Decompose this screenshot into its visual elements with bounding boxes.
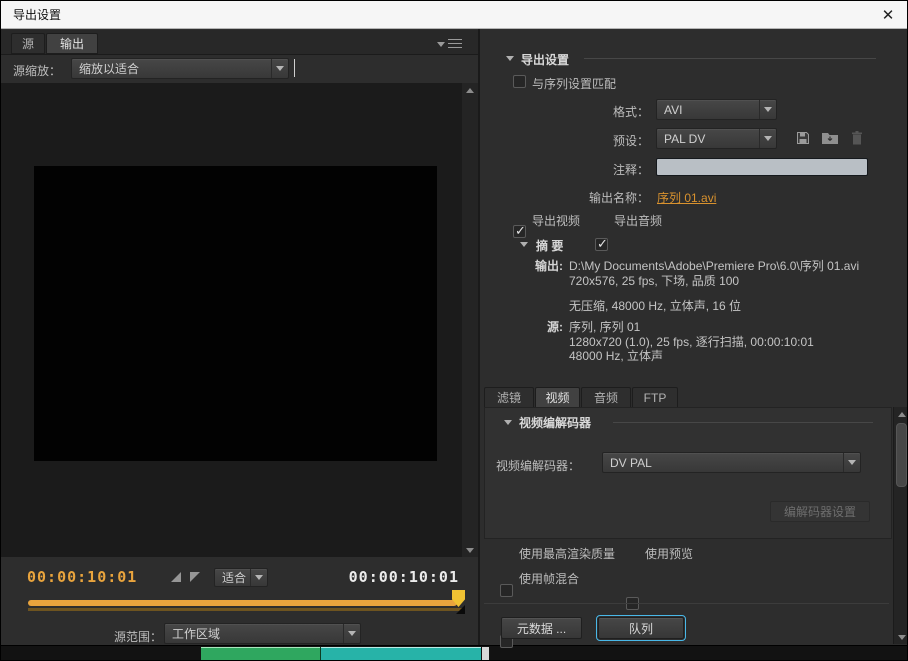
source-range-value: 工作区域: [165, 625, 343, 642]
tab-output[interactable]: 输出: [46, 33, 98, 54]
export-audio-checkbox[interactable]: [595, 238, 608, 251]
preview-scrollbar[interactable]: [461, 83, 478, 557]
source-scaling-dropdown[interactable]: 缩放以适合: [71, 58, 289, 79]
zoom-level-value: 适合: [215, 569, 250, 586]
video-preview: [34, 166, 437, 461]
delete-preset-icon[interactable]: [850, 130, 864, 146]
source-range-dropdown[interactable]: 工作区域: [164, 623, 361, 644]
tab-video-label: 视频: [545, 389, 569, 406]
panel-menu-icon[interactable]: [437, 38, 462, 50]
tab-source-label: 源: [22, 35, 34, 52]
source-scaling-value: 缩放以适合: [72, 60, 271, 77]
scroll-down-icon[interactable]: [894, 631, 908, 643]
summary-output-label: 输出:: [501, 257, 563, 274]
format-dropdown[interactable]: AVI: [656, 99, 777, 120]
set-in-point-icon[interactable]: [171, 572, 181, 582]
timeline-clip-teal: [321, 647, 481, 661]
tab-output-label: 输出: [60, 35, 84, 52]
close-icon[interactable]: ✕: [877, 4, 899, 26]
tab-audio[interactable]: 音频: [581, 387, 631, 408]
current-timecode[interactable]: 00:00:10:01: [27, 568, 137, 586]
menu-lines: [448, 39, 462, 50]
summary-header: 摘 要: [536, 237, 563, 254]
match-sequence-label: 与序列设置匹配: [532, 75, 616, 92]
export-settings-dialog: 导出设置 ✕ 源 输出 源缩放： 缩放以适合 00:00:10:01 适合 00…: [0, 0, 908, 661]
summary-source-label: 源:: [501, 318, 563, 335]
summary-output-video: 720x576, 25 fps, 下场, 品质 100: [569, 272, 739, 289]
panel-divider[interactable]: [478, 29, 480, 645]
comment-input[interactable]: [656, 158, 868, 176]
scroll-down-icon[interactable]: [462, 544, 478, 556]
export-video-label: 导出视频: [532, 212, 580, 229]
chevron-down-icon: [437, 42, 445, 47]
scroll-up-icon[interactable]: [462, 84, 478, 96]
video-codec-label: 视频编解码器：: [496, 457, 580, 474]
scroll-up-icon[interactable]: [894, 408, 908, 420]
tab-ftp[interactable]: FTP: [632, 387, 678, 408]
set-out-point-icon[interactable]: [190, 572, 200, 582]
export-audio-label: 导出音频: [614, 212, 662, 229]
match-sequence-checkbox[interactable]: [513, 75, 526, 88]
chevron-down-icon: [759, 100, 776, 119]
preset-label: 预设：: [561, 132, 649, 149]
video-codec-value: DV PAL: [603, 456, 843, 470]
chevron-down-icon: [250, 569, 267, 586]
dialog-titlebar: 导出设置 ✕: [1, 1, 907, 29]
summary-source-audio: 48000 Hz, 立体声: [569, 347, 663, 364]
tab-filters[interactable]: 滤镜: [484, 387, 534, 408]
work-area-bar[interactable]: [28, 600, 457, 606]
use-previews-label: 使用预览: [645, 545, 693, 562]
source-scaling-label: 源缩放：: [13, 62, 61, 79]
tab-source[interactable]: 源: [11, 33, 45, 54]
tab-filters-label: 滤镜: [497, 389, 521, 406]
save-preset-icon[interactable]: [795, 130, 811, 146]
timeline-end-cap: [456, 605, 465, 614]
codec-settings-button[interactable]: 编解码器设置: [770, 501, 870, 522]
export-disclosure-icon[interactable]: [506, 56, 514, 61]
queue-button[interactable]: 队列: [598, 617, 684, 639]
section-rule: [584, 58, 876, 59]
export-settings-header: 导出设置: [521, 51, 569, 68]
right-panel-scrollbar[interactable]: [893, 407, 908, 644]
timeline-clip-light: [482, 647, 489, 661]
chevron-down-icon: [759, 129, 776, 148]
tab-video[interactable]: 视频: [535, 387, 580, 408]
format-label: 格式：: [561, 103, 649, 120]
output-name-link[interactable]: 序列 01.avi: [657, 189, 716, 206]
comment-label: 注释：: [561, 161, 649, 178]
bottom-divider: [484, 603, 889, 604]
zoom-level-dropdown[interactable]: 适合: [214, 568, 268, 587]
summary-disclosure-icon[interactable]: [520, 242, 528, 247]
preset-value: PAL DV: [657, 132, 759, 146]
video-codec-dropdown[interactable]: DV PAL: [602, 452, 861, 473]
timeline-track[interactable]: [28, 608, 463, 611]
metadata-button[interactable]: 元数据 ...: [501, 617, 582, 639]
scrollbar-thumb[interactable]: [896, 423, 907, 487]
chevron-down-icon: [843, 453, 860, 472]
export-video-checkbox[interactable]: [513, 225, 526, 238]
section-rule: [613, 422, 873, 423]
tab-audio-label: 音频: [594, 389, 618, 406]
output-name-label: 输出名称：: [549, 189, 649, 206]
timeline-clip-green: [201, 647, 321, 661]
source-range-label: 源范围：: [114, 628, 162, 645]
use-frame-blending-label: 使用帧混合: [519, 570, 579, 587]
summary-output-audio: 无压缩, 48000 Hz, 立体声, 16 位: [569, 297, 741, 314]
use-max-quality-label: 使用最高渲染质量: [519, 545, 615, 562]
chevron-down-icon: [343, 624, 360, 643]
background-timeline-strip: [1, 646, 908, 661]
preset-dropdown[interactable]: PAL DV: [656, 128, 777, 149]
codec-disclosure-icon[interactable]: [504, 420, 512, 425]
dialog-title: 导出设置: [13, 6, 61, 23]
use-max-quality-checkbox[interactable]: [500, 584, 513, 597]
video-codec-header: 视频编解码器: [519, 414, 591, 431]
import-preset-icon[interactable]: [821, 131, 839, 145]
duration-timecode: 00:00:10:01: [348, 568, 459, 586]
text-cursor: [294, 59, 295, 77]
tab-ftp-label: FTP: [644, 391, 667, 405]
chevron-down-icon: [271, 59, 288, 78]
format-value: AVI: [657, 103, 759, 117]
